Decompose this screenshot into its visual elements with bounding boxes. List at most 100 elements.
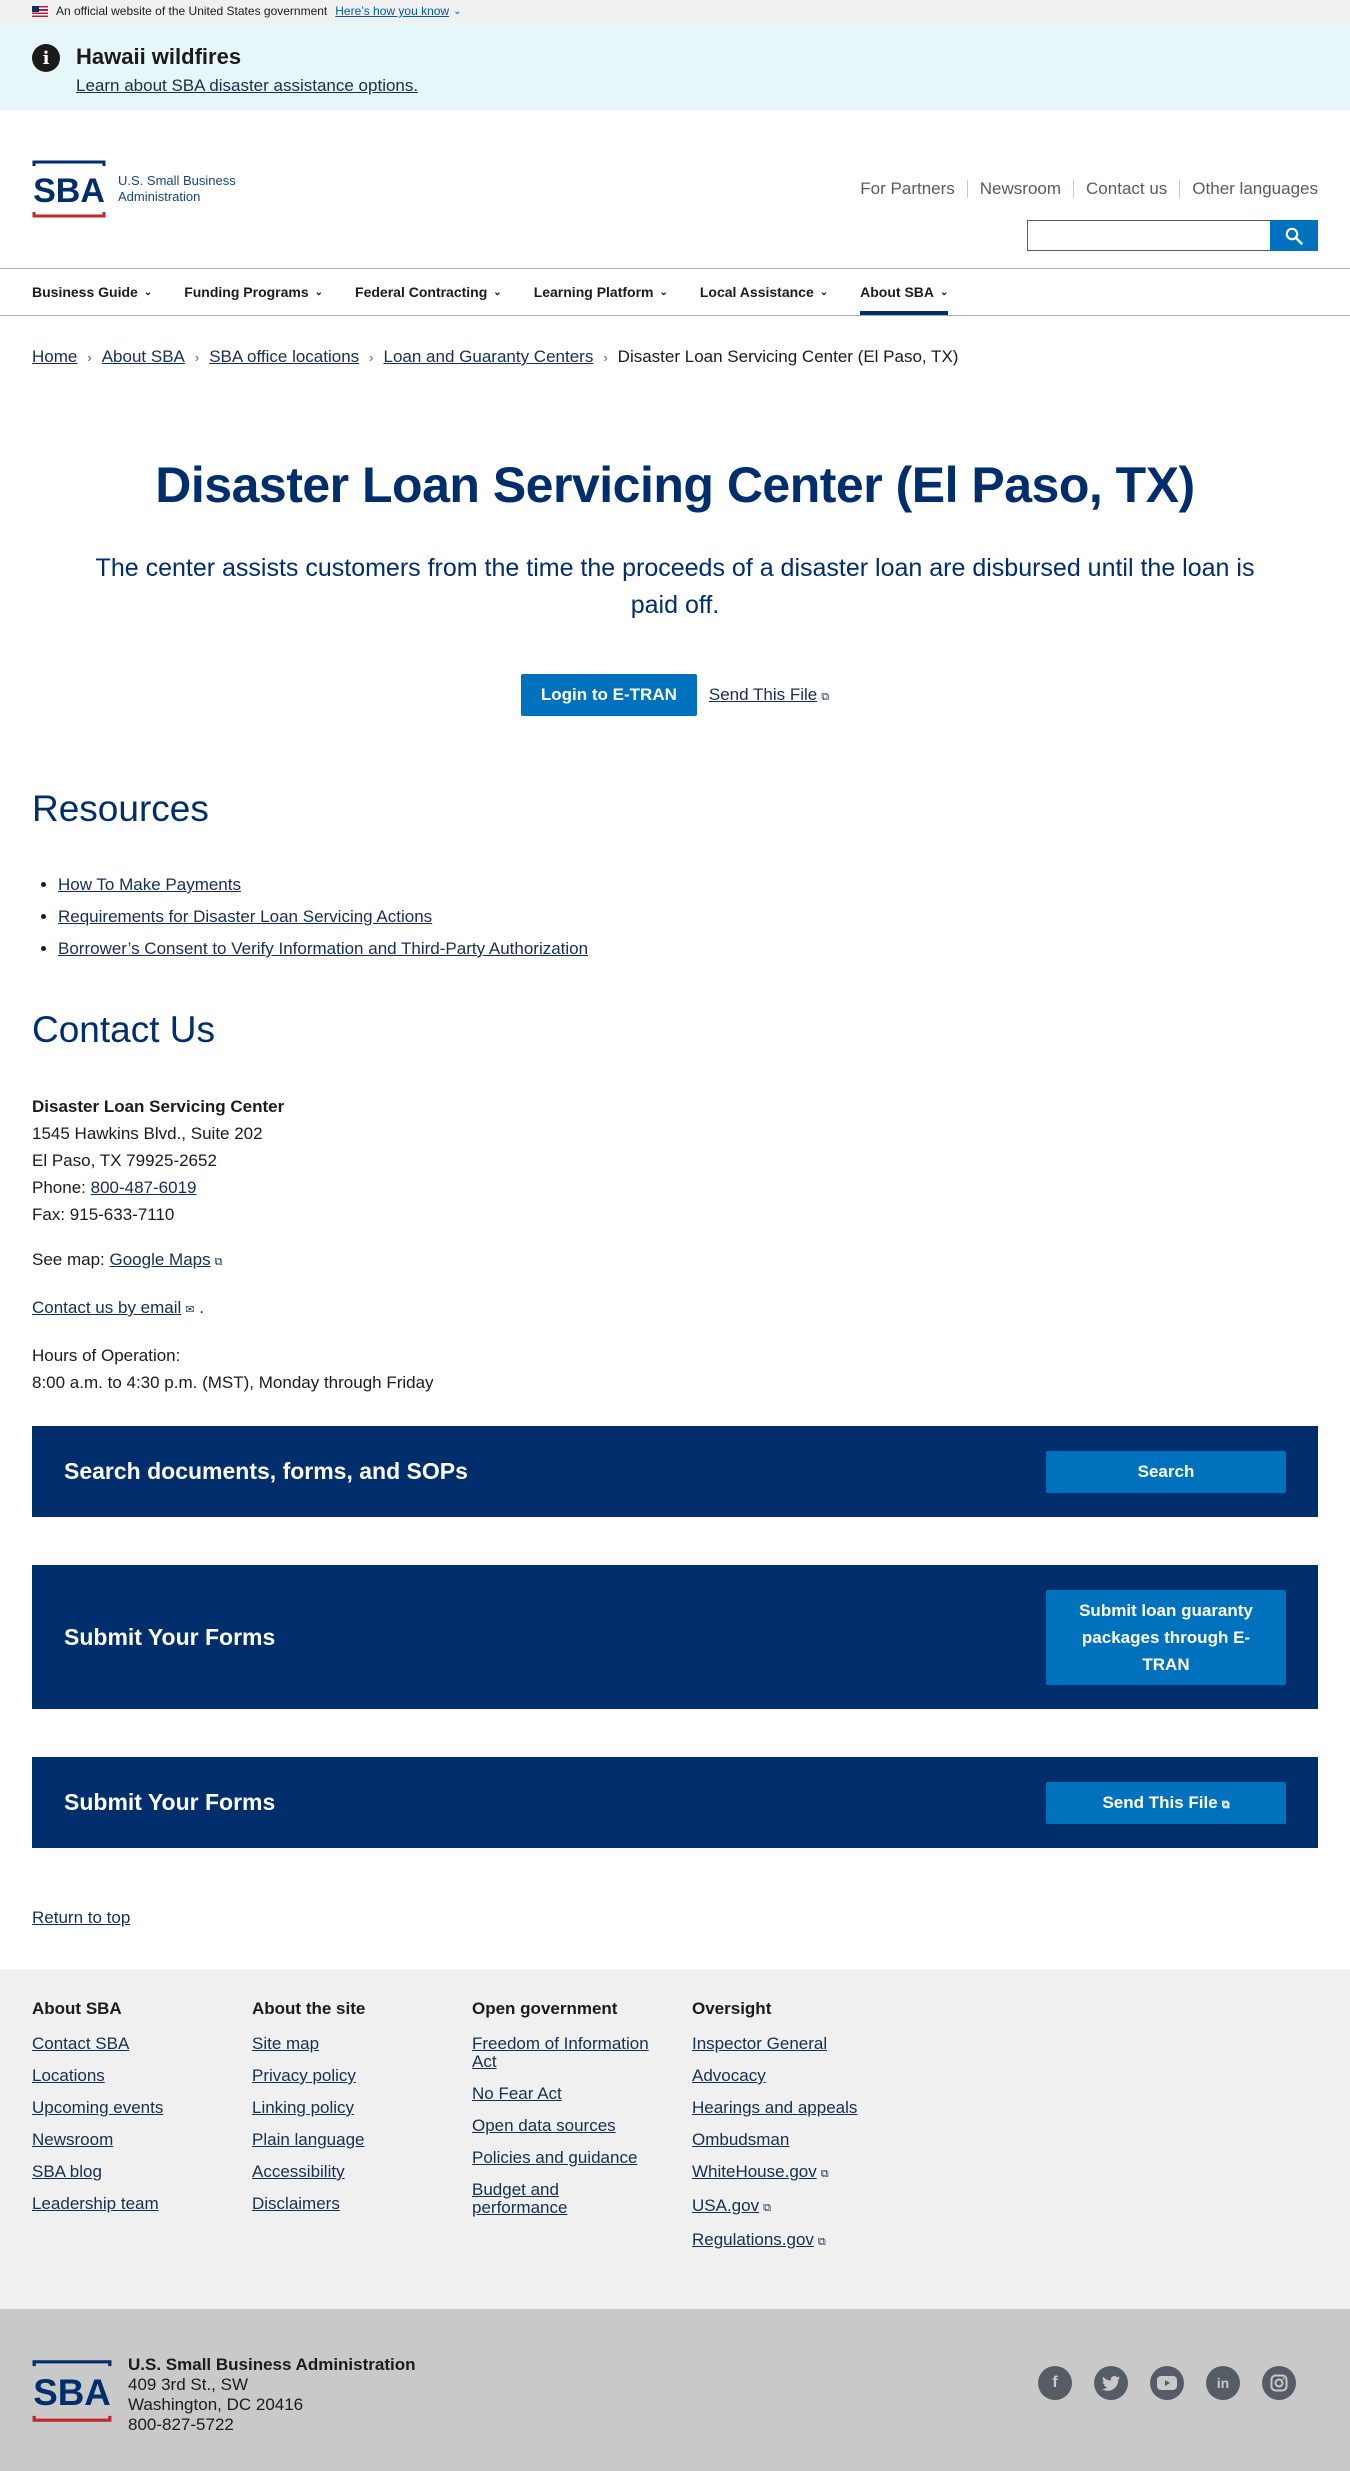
external-link-icon: ⧉ xyxy=(1221,1798,1230,1811)
search-documents-button[interactable]: Search xyxy=(1046,1450,1286,1493)
sba-logo-icon: SBA xyxy=(32,160,106,218)
util-link-contact[interactable]: Contact us xyxy=(1073,180,1179,198)
search-button[interactable] xyxy=(1270,220,1318,251)
resource-link-payments[interactable]: How To Make Payments xyxy=(58,875,241,894)
us-flag-icon xyxy=(32,5,48,17)
hero-actions: Login to E-TRAN Send This File ⧉ xyxy=(0,674,1350,716)
instagram-icon[interactable] xyxy=(1262,2366,1296,2400)
util-link-newsroom[interactable]: Newsroom xyxy=(966,180,1073,198)
hours-value: 8:00 a.m. to 4:30 p.m. (MST), Monday thr… xyxy=(32,1373,434,1392)
footer-link[interactable]: Budget and performance xyxy=(472,2181,592,2217)
email-label: Contact us by email xyxy=(32,1298,182,1317)
breadcrumb-office-locations[interactable]: SBA office locations xyxy=(209,347,359,367)
chevron-down-icon[interactable]: ⌄ xyxy=(453,6,461,17)
submit-forms-card: Submit Your Forms Submit loan guaranty p… xyxy=(32,1565,1318,1709)
footer-link[interactable]: Disclaimers xyxy=(252,2195,472,2213)
nav-label: About SBA xyxy=(860,284,935,300)
submit-etran-button[interactable]: Submit loan guaranty packages through E-… xyxy=(1046,1589,1286,1685)
twitter-icon[interactable] xyxy=(1094,2366,1128,2400)
nav-funding-programs[interactable]: Funding Programs ⌄ xyxy=(184,269,323,315)
footer-link[interactable]: Inspector General xyxy=(692,2035,912,2053)
email-link[interactable]: Contact us by email ✉ xyxy=(32,1298,195,1317)
alert-title: Hawaii wildfires xyxy=(76,44,242,69)
send-file-button[interactable]: Send This File ⧉ xyxy=(1046,1781,1286,1824)
google-maps-link[interactable]: Google Maps ⧉ xyxy=(110,1250,223,1269)
google-maps-label: Google Maps xyxy=(109,1250,211,1269)
footer-link[interactable]: Advocacy xyxy=(692,2067,912,2085)
contact-heading: Contact Us xyxy=(32,1009,216,1050)
card-title: Search documents, forms, and SOPs xyxy=(64,1458,468,1484)
footer-link[interactable]: Linking policy xyxy=(252,2099,472,2117)
send-this-file-link[interactable]: Send This File ⧉ xyxy=(709,685,829,705)
resource-link-consent[interactable]: Borrower’s Consent to Verify Information… xyxy=(58,939,588,958)
footer-link[interactable]: Contact SBA xyxy=(32,2035,252,2053)
footer-link[interactable]: Freedom of Information Act xyxy=(472,2035,662,2071)
list-item: Borrower’s Consent to Verify Information… xyxy=(58,939,1350,959)
nav-federal-contracting[interactable]: Federal Contracting ⌄ xyxy=(355,269,502,315)
footer-phone: 800-827-5722 xyxy=(128,2415,234,2434)
breadcrumb-home[interactable]: Home xyxy=(32,347,77,367)
footer-link[interactable]: Site map xyxy=(252,2035,472,2053)
login-etran-button[interactable]: Login to E-TRAN xyxy=(520,674,697,716)
search-documents-card: Search documents, forms, and SOPs Search xyxy=(32,1426,1318,1517)
alert-link[interactable]: Learn about SBA disaster assistance opti… xyxy=(76,76,418,96)
footer-link-regulations[interactable]: Regulations.gov ⧉ xyxy=(692,2231,912,2251)
send-file-card: Submit Your Forms Send This File ⧉ xyxy=(32,1757,1318,1848)
footer-link-label: Regulations.gov xyxy=(692,2230,814,2249)
footer-bottom: SBA U.S. Small Business Administration 4… xyxy=(0,2309,1350,2471)
nav-local-assistance[interactable]: Local Assistance ⌄ xyxy=(700,269,828,315)
footer-link[interactable]: Newsroom xyxy=(32,2131,252,2149)
nav-learning-platform[interactable]: Learning Platform ⌄ xyxy=(534,269,668,315)
facebook-icon[interactable]: f xyxy=(1038,2366,1072,2400)
footer-link-label: USA.gov xyxy=(692,2196,760,2215)
footer-link[interactable]: Locations xyxy=(32,2067,252,2085)
chevron-right-icon: › xyxy=(87,349,92,365)
chevron-right-icon: › xyxy=(603,349,608,365)
sba-logo[interactable]: SBA U.S. Small Business Administration xyxy=(32,160,236,218)
list-item: How To Make Payments xyxy=(58,875,1350,895)
footer-link[interactable]: Plain language xyxy=(252,2131,472,2149)
footer-link[interactable]: Hearings and appeals xyxy=(692,2099,912,2117)
footer-col-open-government: Open government Freedom of Information A… xyxy=(472,1999,692,2265)
util-link-languages[interactable]: Other languages xyxy=(1179,180,1318,198)
resources-section: Resources How To Make Payments Requireme… xyxy=(0,788,1350,959)
footer-link-usagov[interactable]: USA.gov ⧉ xyxy=(692,2197,912,2217)
footer-link[interactable]: No Fear Act xyxy=(472,2085,692,2103)
resource-link-requirements[interactable]: Requirements for Disaster Loan Servicing… xyxy=(58,907,432,926)
main-nav: Business Guide ⌄ Funding Programs ⌄ Federa… xyxy=(0,268,1350,316)
how-you-know-link[interactable]: Here’s how you know xyxy=(335,4,449,18)
footer-link[interactable]: Ombudsman xyxy=(692,2131,912,2149)
footer-link[interactable]: Privacy policy xyxy=(252,2067,472,2085)
contact-address2: El Paso, TX 79925-2652 xyxy=(32,1151,217,1170)
chevron-down-icon: ⌄ xyxy=(143,286,153,298)
phone-label: Phone: xyxy=(32,1178,86,1197)
nav-label: Federal Contracting xyxy=(355,284,488,300)
breadcrumb-about-sba[interactable]: About SBA xyxy=(102,347,185,367)
linkedin-icon[interactable]: in xyxy=(1206,2366,1240,2400)
return-to-top-link[interactable]: Return to top xyxy=(32,1908,1350,1928)
resources-list: How To Make Payments Requirements for Di… xyxy=(58,875,1350,959)
nav-business-guide[interactable]: Business Guide ⌄ xyxy=(32,269,152,315)
site-header: SBA U.S. Small Business Administration F… xyxy=(0,110,1350,268)
breadcrumb-loan-centers[interactable]: Loan and Guaranty Centers xyxy=(384,347,594,367)
footer-link[interactable]: Leadership team xyxy=(32,2195,252,2213)
search-input[interactable] xyxy=(1027,220,1270,251)
footer-link[interactable]: Open data sources xyxy=(472,2117,692,2135)
footer-sba-logo[interactable]: SBA xyxy=(32,2359,112,2428)
util-link-partners[interactable]: For Partners xyxy=(848,180,966,198)
nav-about-sba[interactable]: About SBA ⌄ xyxy=(860,269,949,315)
hours-label: Hours of Operation: xyxy=(32,1346,181,1365)
footer-col-title: Open government xyxy=(472,1999,618,2018)
footer-link[interactable]: SBA blog xyxy=(32,2163,252,2181)
footer-col-title: About the site xyxy=(252,1999,366,2018)
footer-link[interactable]: Upcoming events xyxy=(32,2099,252,2117)
phone-link[interactable]: 800-487-6019 xyxy=(91,1178,197,1197)
page-subtitle: The center assists customers from the ti… xyxy=(95,554,1255,619)
logo-text-line2: Administration xyxy=(118,189,201,204)
footer-link[interactable]: Policies and guidance xyxy=(472,2149,692,2167)
youtube-icon[interactable] xyxy=(1150,2366,1184,2400)
footer-link-whitehouse[interactable]: WhiteHouse.gov ⧉ xyxy=(692,2163,912,2183)
footer-link[interactable]: Accessibility xyxy=(252,2163,472,2181)
mail-icon: ✉ xyxy=(185,1304,195,1316)
send-file-button-label: Send This File xyxy=(1102,1792,1218,1812)
